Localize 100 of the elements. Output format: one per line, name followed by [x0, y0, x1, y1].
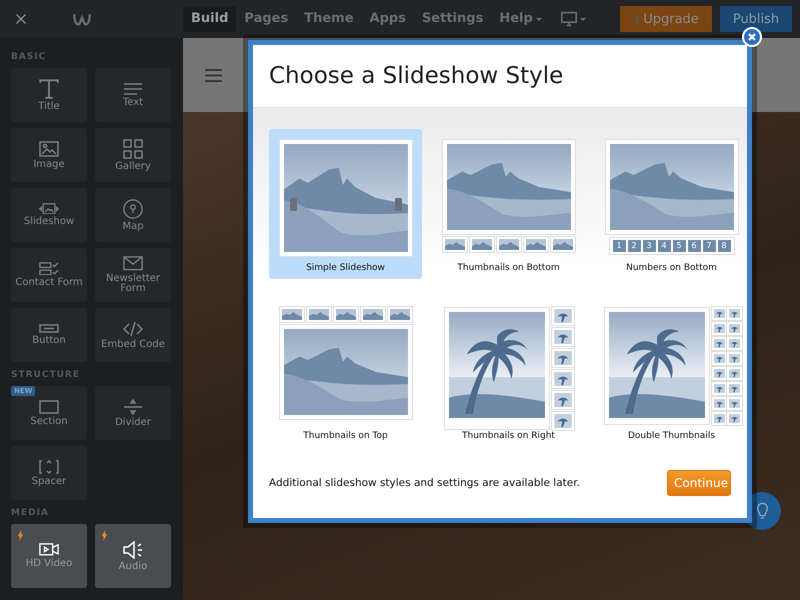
thumbnail-image	[726, 337, 742, 350]
thumbnail-image	[552, 370, 574, 388]
w-logo-icon[interactable]	[72, 12, 92, 26]
caret-icon	[580, 18, 586, 20]
element-tile[interactable]: Audio	[95, 524, 171, 588]
element-tile[interactable]: Newsletter Form	[95, 248, 171, 302]
thumbnail-image	[712, 367, 726, 380]
thumbnail-image	[726, 382, 742, 395]
thumbnail-image	[726, 322, 742, 335]
slideshow-style-option[interactable]: Double Thumbnails	[595, 297, 748, 447]
device-menu[interactable]	[560, 11, 586, 27]
page-number: 1	[612, 240, 626, 252]
element-icon	[123, 198, 143, 218]
page-number: 5	[672, 240, 686, 252]
element-icon	[39, 400, 59, 414]
thumbnail-image	[552, 391, 574, 409]
tile-label: Section	[30, 416, 68, 426]
thumbnail-image	[712, 322, 726, 335]
element-icon	[39, 262, 59, 276]
thumbnail-image	[726, 412, 742, 425]
element-tile[interactable]: Divider	[95, 386, 171, 440]
dialog-title: Choose a Slideshow Style	[269, 63, 564, 89]
tile-label: Contact Form	[15, 278, 83, 288]
page-number: 4	[658, 240, 670, 252]
menu-icon[interactable]	[205, 68, 222, 82]
thumbnail-image	[334, 307, 358, 322]
thumbnail-image	[726, 367, 742, 380]
thumbnail-image	[712, 352, 726, 365]
nav-tab[interactable]: Build	[183, 6, 236, 32]
element-tile[interactable]: HD Video	[11, 524, 87, 588]
slideshow-style-option[interactable]: Simple Slideshow	[269, 129, 422, 279]
thumbnail-image	[712, 397, 726, 410]
continue-button[interactable]: Continue	[667, 470, 731, 496]
element-tile[interactable]: Spacer	[11, 446, 87, 500]
nav-tab[interactable]: Apps	[362, 6, 414, 32]
thumbnail-image	[360, 307, 384, 322]
thumbnail-image	[552, 307, 574, 325]
thumbnail-image	[550, 237, 574, 252]
tile-label: Spacer	[32, 476, 66, 486]
tile-label: Embed Code	[101, 340, 165, 350]
element-icon	[39, 460, 59, 474]
thumbnail-image	[496, 237, 520, 252]
element-tile[interactable]: Button	[11, 308, 87, 362]
section-heading: STRUCTURE	[11, 370, 81, 380]
element-icon	[39, 543, 59, 556]
element-icon	[123, 138, 143, 158]
lightning-icon	[633, 12, 642, 26]
page-number: 6	[688, 240, 700, 252]
thumbnail-image	[712, 337, 726, 350]
page-number: 7	[702, 240, 716, 252]
element-icon	[39, 324, 59, 333]
thumbnail-image	[726, 307, 742, 320]
element-icon	[123, 320, 143, 336]
tile-label: Map	[122, 222, 144, 232]
thumbnail-image	[442, 237, 466, 252]
slideshow-style-option[interactable]: Thumbnails on Right	[432, 297, 585, 447]
element-tile[interactable]: Embed Code	[95, 308, 171, 362]
element-tile[interactable]: Contact Form	[11, 248, 87, 302]
thumbnail-image	[470, 237, 494, 252]
element-tile[interactable]: Image	[11, 128, 87, 182]
slideshow-style-option[interactable]: Thumbnails on Bottom	[432, 129, 585, 279]
nav-tab[interactable]: Settings	[414, 6, 492, 32]
upgrade-button[interactable]: Upgrade	[620, 6, 712, 32]
thumbnail-image	[712, 412, 726, 425]
publish-button[interactable]: Publish	[720, 6, 792, 32]
thumbnail-image	[280, 307, 304, 322]
thumbnail-image	[388, 307, 412, 322]
element-icon	[123, 82, 143, 94]
element-tile[interactable]: Text	[95, 68, 171, 122]
nav-tab[interactable]: Pages	[236, 6, 296, 32]
close-icon[interactable]	[15, 13, 27, 25]
page-number: 2	[628, 240, 640, 252]
element-tile[interactable]: Title	[11, 68, 87, 122]
element-icon	[123, 256, 143, 271]
thumbnail-image	[552, 328, 574, 346]
tile-label: Text	[122, 98, 144, 108]
tile-label: Title	[38, 102, 60, 112]
thumbnail-image	[726, 352, 742, 365]
tile-label: Divider	[115, 418, 151, 428]
element-icon	[39, 78, 59, 98]
element-tile[interactable]: Slideshow	[11, 188, 87, 242]
thumbnail-image	[712, 382, 726, 395]
tile-label: Newsletter Form	[104, 274, 162, 294]
page-number: 3	[642, 240, 656, 252]
section-heading: MEDIA	[11, 508, 50, 518]
section-heading: BASIC	[11, 52, 48, 62]
thumbnail-image	[552, 349, 574, 367]
element-icon	[39, 140, 59, 156]
slideshow-style-option[interactable]: Thumbnails on Top	[269, 297, 422, 447]
lightbulb-icon	[756, 502, 768, 520]
monitor-icon	[560, 11, 578, 27]
nav-tab[interactable]: Help	[491, 6, 550, 32]
element-tile[interactable]: Gallery	[95, 128, 171, 182]
tile-label: HD Video	[26, 558, 72, 569]
tile-label: Button	[32, 336, 66, 346]
tile-label: Slideshow	[24, 217, 74, 228]
element-tile[interactable]: Map	[95, 188, 171, 242]
thumbnail-image	[306, 307, 330, 322]
nav-tab[interactable]: Theme	[296, 6, 362, 32]
slideshow-style-option[interactable]: 1 2 3 4 5 6 7 8 Numbers on Bottom	[595, 129, 748, 279]
